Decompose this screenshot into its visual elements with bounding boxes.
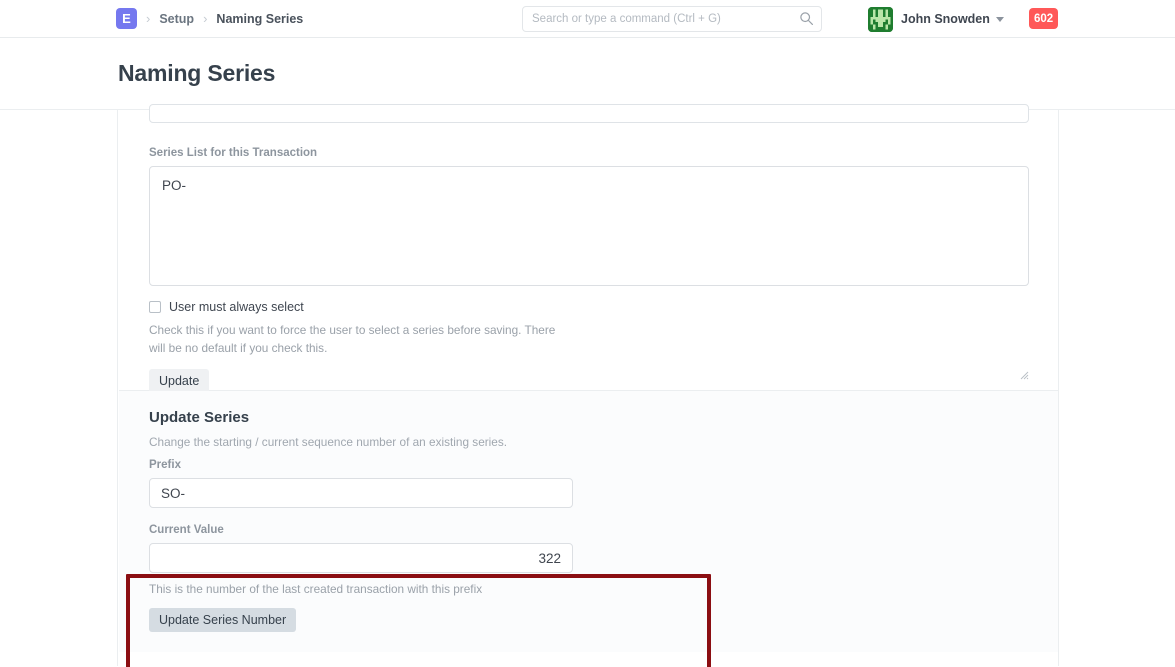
breadcrumb: E › Setup › Naming Series	[116, 8, 303, 29]
notification-badge[interactable]: 602	[1029, 8, 1058, 29]
current-value-label: Current Value	[149, 524, 1028, 536]
update-series-heading: Update Series	[149, 409, 1028, 426]
breadcrumb-separator-icon: ›	[194, 12, 216, 25]
series-list-section: Series List for this Transaction User mu…	[119, 110, 1058, 391]
search-input[interactable]	[522, 6, 822, 32]
global-search[interactable]	[522, 6, 822, 32]
user-menu[interactable]: John Snowden	[868, 0, 1004, 38]
resize-handle-icon[interactable]	[1019, 370, 1029, 380]
current-value-input[interactable]	[149, 543, 573, 573]
prefix-label: Prefix	[149, 459, 1028, 471]
series-help-text: Check this if you want to force the user…	[149, 321, 569, 358]
update-button[interactable]: Update	[149, 369, 209, 393]
current-value-help-text: This is the number of the last created t…	[149, 580, 669, 598]
page-title: Naming Series	[118, 60, 275, 87]
update-series-section: Update Series Change the starting / curr…	[119, 391, 1058, 652]
breadcrumb-item-current: Naming Series	[216, 12, 303, 26]
app-logo-icon[interactable]: E	[116, 8, 137, 29]
truncated-field-above[interactable]	[149, 104, 1029, 123]
page-layout: Series List for this Transaction User mu…	[0, 110, 1175, 666]
prefix-input[interactable]	[149, 478, 573, 508]
top-navbar: E › Setup › Naming Series John Snowden 6…	[0, 0, 1175, 38]
update-series-description: Change the starting / current sequence n…	[149, 435, 1028, 449]
left-rail	[0, 110, 118, 666]
user-must-always-select-label[interactable]: User must always select	[169, 300, 304, 314]
user-must-select-row[interactable]: User must always select	[149, 300, 1028, 314]
identicon-avatar	[868, 7, 893, 32]
breadcrumb-separator-icon: ›	[137, 12, 159, 25]
chevron-down-icon	[996, 17, 1004, 22]
user-name-label: John Snowden	[901, 12, 990, 26]
page-header: Naming Series	[0, 38, 1175, 110]
series-list-textarea[interactable]	[149, 166, 1029, 286]
content-column: Series List for this Transaction User mu…	[119, 110, 1059, 666]
update-series-number-button[interactable]: Update Series Number	[149, 608, 296, 632]
right-rail	[1060, 110, 1175, 666]
breadcrumb-item-setup[interactable]: Setup	[159, 12, 194, 26]
user-must-always-select-checkbox[interactable]	[149, 301, 161, 313]
